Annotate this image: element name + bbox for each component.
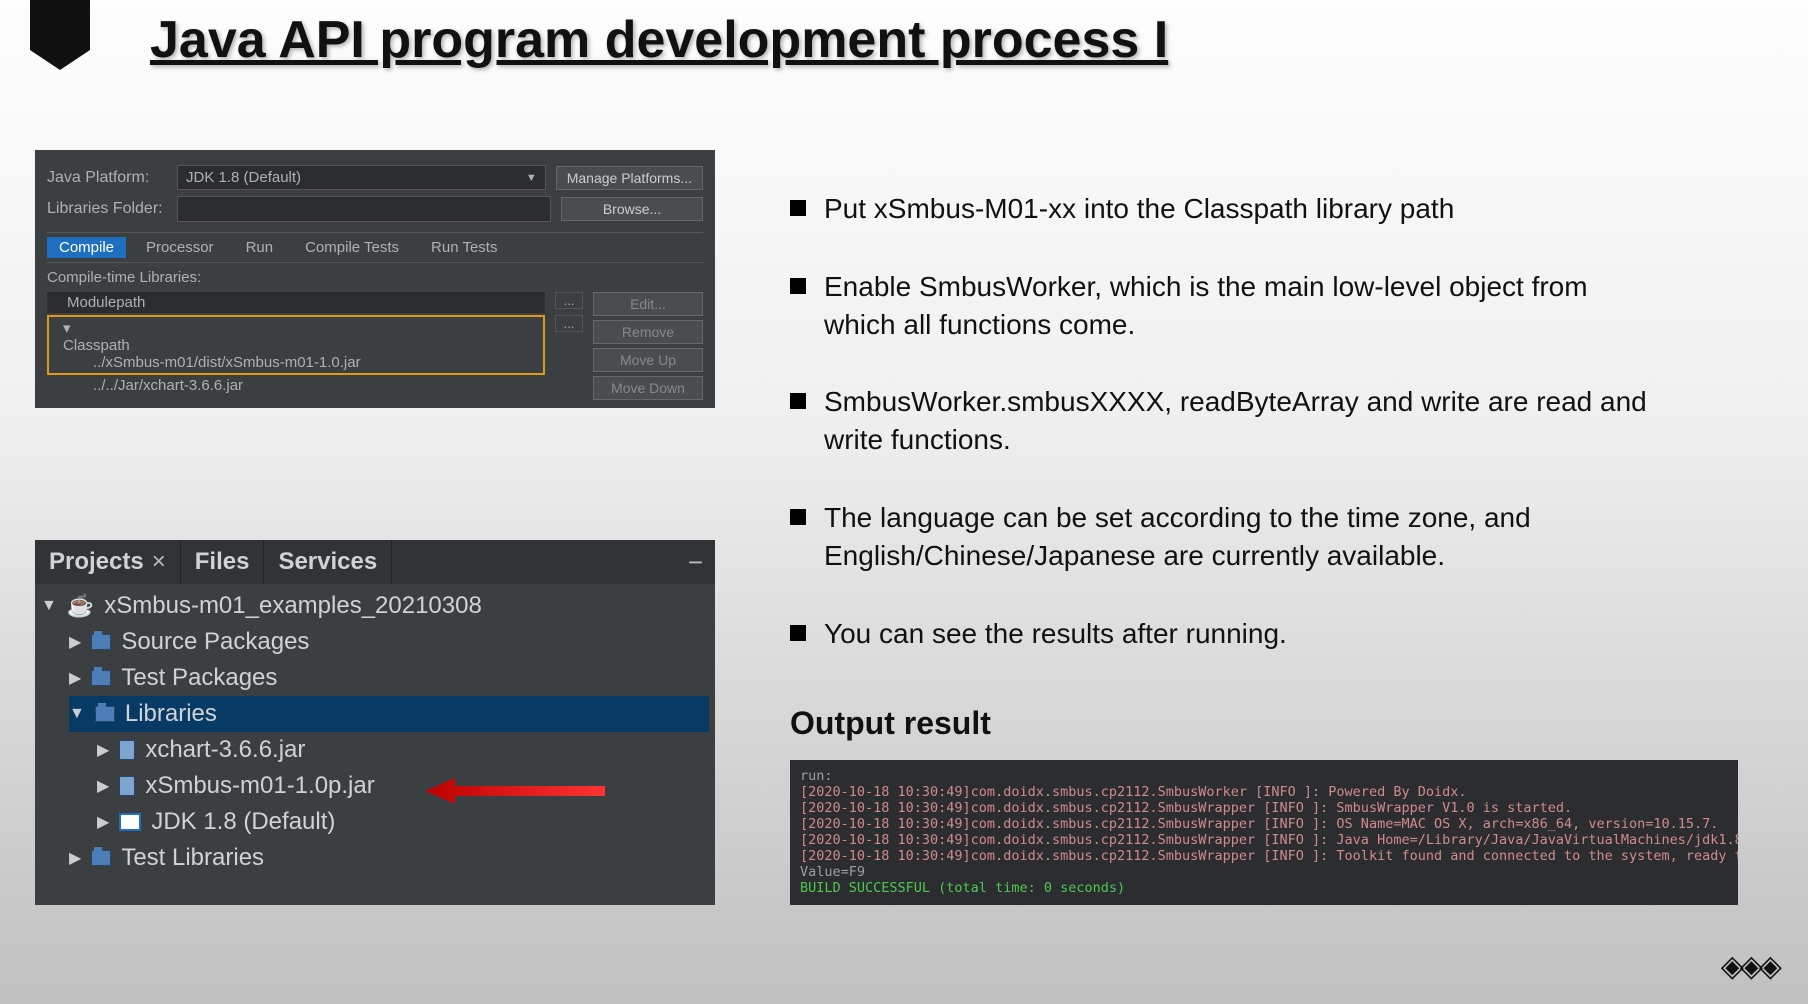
classpath-jar-1[interactable]: ../xSmbus-m01/dist/xSmbus-m01-1.0.jar bbox=[57, 354, 535, 371]
package-icon bbox=[95, 706, 115, 722]
modulepath-row[interactable]: Modulepath bbox=[47, 292, 545, 313]
tab-run[interactable]: Run bbox=[234, 237, 286, 258]
node-xchart-jar[interactable]: ▶ xchart-3.6.6.jar bbox=[97, 732, 709, 768]
console-line: [2020-10-18 10:30:49]com.doidx.smbus.cp2… bbox=[800, 816, 1728, 832]
tab-projects[interactable]: Projects× bbox=[35, 540, 181, 584]
bullet-text: The language can be set according to the… bbox=[824, 499, 1660, 575]
package-icon bbox=[91, 670, 111, 686]
node-test-libraries[interactable]: ▶ Test Libraries bbox=[69, 840, 709, 876]
classpath-highlight: ▾ Classpath ../xSmbus-m01/dist/xSmbus-m0… bbox=[47, 315, 545, 375]
classpath-label[interactable]: Classpath bbox=[63, 337, 535, 354]
console-value: Value=F9 bbox=[800, 864, 1728, 880]
bullet-text: SmbusWorker.smbusXXXX, readByteArray and… bbox=[824, 383, 1660, 459]
compile-time-libs-label: Compile-time Libraries: bbox=[47, 269, 703, 286]
project-root[interactable]: ▼☕ xSmbus-m01_examples_20210308 bbox=[41, 588, 709, 624]
coffee-icon: ☕ bbox=[67, 593, 94, 619]
properties-panel: Java Platform: JDK 1.8 (Default) ▼ Manag… bbox=[35, 150, 715, 408]
bullet-icon bbox=[790, 200, 806, 216]
bullet-icon bbox=[790, 509, 806, 525]
node-libraries[interactable]: ▼ Libraries bbox=[69, 696, 709, 732]
node-xsmbus-jar[interactable]: ▶ xSmbus-m01-1.0p.jar bbox=[97, 768, 709, 804]
remove-button[interactable]: Remove bbox=[593, 320, 703, 344]
page-title: Java API program development process I bbox=[150, 10, 1168, 70]
jar-icon bbox=[119, 740, 135, 760]
bullet-text: You can see the results after running. bbox=[824, 615, 1287, 653]
console-build: BUILD SUCCESSFUL (total time: 0 seconds) bbox=[800, 880, 1728, 896]
console-line: [2020-10-18 10:30:49]com.doidx.smbus.cp2… bbox=[800, 784, 1728, 800]
output-console: run: [2020-10-18 10:30:49]com.doidx.smbu… bbox=[790, 760, 1738, 905]
java-platform-value: JDK 1.8 (Default) bbox=[186, 169, 301, 186]
console-run: run: bbox=[800, 768, 1728, 784]
lib-folder-label: Libraries Folder: bbox=[47, 200, 167, 218]
manage-platforms-button[interactable]: Manage Platforms... bbox=[556, 166, 703, 190]
bullet-icon bbox=[790, 278, 806, 294]
footer-logo-icon: ◈◈◈ bbox=[1721, 949, 1778, 984]
classpath-jar-2[interactable]: ../../Jar/xchart-3.6.6.jar bbox=[47, 375, 545, 396]
console-line: [2020-10-18 10:30:49]com.doidx.smbus.cp2… bbox=[800, 832, 1728, 848]
chevron-down-icon: ▼ bbox=[526, 172, 537, 184]
java-platform-select[interactable]: JDK 1.8 (Default) ▼ bbox=[177, 165, 546, 190]
lib-folder-input[interactable] bbox=[177, 196, 551, 222]
node-jdk[interactable]: ▶ JDK 1.8 (Default) bbox=[97, 804, 709, 840]
tab-services[interactable]: Services bbox=[264, 540, 392, 584]
bullet-text: Enable SmbusWorker, which is the main lo… bbox=[824, 268, 1660, 344]
bullet-text: Put xSmbus-M01-xx into the Classpath lib… bbox=[824, 190, 1454, 228]
platform-icon bbox=[119, 813, 141, 831]
projects-panel: Projects× Files Services − ▼☕ xSmbus-m01… bbox=[35, 540, 715, 905]
close-icon[interactable]: × bbox=[152, 548, 166, 576]
bullet-icon bbox=[790, 393, 806, 409]
tab-processor[interactable]: Processor bbox=[134, 237, 226, 258]
more-button-1[interactable]: ... bbox=[555, 292, 583, 309]
tab-compile[interactable]: Compile bbox=[47, 237, 126, 258]
projects-tabbar: Projects× Files Services − bbox=[35, 540, 715, 584]
tab-compile-tests[interactable]: Compile Tests bbox=[293, 237, 411, 258]
node-test-packages[interactable]: ▶ Test Packages bbox=[69, 660, 709, 696]
console-line: [2020-10-18 10:30:49]com.doidx.smbus.cp2… bbox=[800, 848, 1728, 864]
libs-tree[interactable]: Modulepath ▾ Classpath ../xSmbus-m01/dis… bbox=[47, 292, 545, 400]
compile-tabs: Compile Processor Run Compile Tests Run … bbox=[47, 232, 703, 263]
tab-files[interactable]: Files bbox=[181, 540, 265, 584]
tab-run-tests[interactable]: Run Tests bbox=[419, 237, 509, 258]
console-line: [2020-10-18 10:30:49]com.doidx.smbus.cp2… bbox=[800, 800, 1728, 816]
move-up-button[interactable]: Move Up bbox=[593, 348, 703, 372]
more-button-2[interactable]: ... bbox=[555, 315, 583, 332]
red-arrow-icon bbox=[425, 778, 605, 804]
jar-icon bbox=[119, 776, 135, 796]
package-icon bbox=[91, 850, 111, 866]
bullet-icon bbox=[790, 625, 806, 641]
package-icon bbox=[91, 634, 111, 650]
edit-button[interactable]: Edit... bbox=[593, 292, 703, 316]
instruction-list: Put xSmbus-M01-xx into the Classpath lib… bbox=[790, 190, 1660, 692]
java-platform-label: Java Platform: bbox=[47, 169, 167, 187]
browse-button[interactable]: Browse... bbox=[561, 197, 703, 221]
minimize-icon[interactable]: − bbox=[688, 547, 703, 578]
output-result-title: Output result bbox=[790, 705, 991, 742]
move-down-button[interactable]: Move Down bbox=[593, 376, 703, 400]
node-source-packages[interactable]: ▶ Source Packages bbox=[69, 624, 709, 660]
top-badge-icon bbox=[30, 0, 90, 50]
